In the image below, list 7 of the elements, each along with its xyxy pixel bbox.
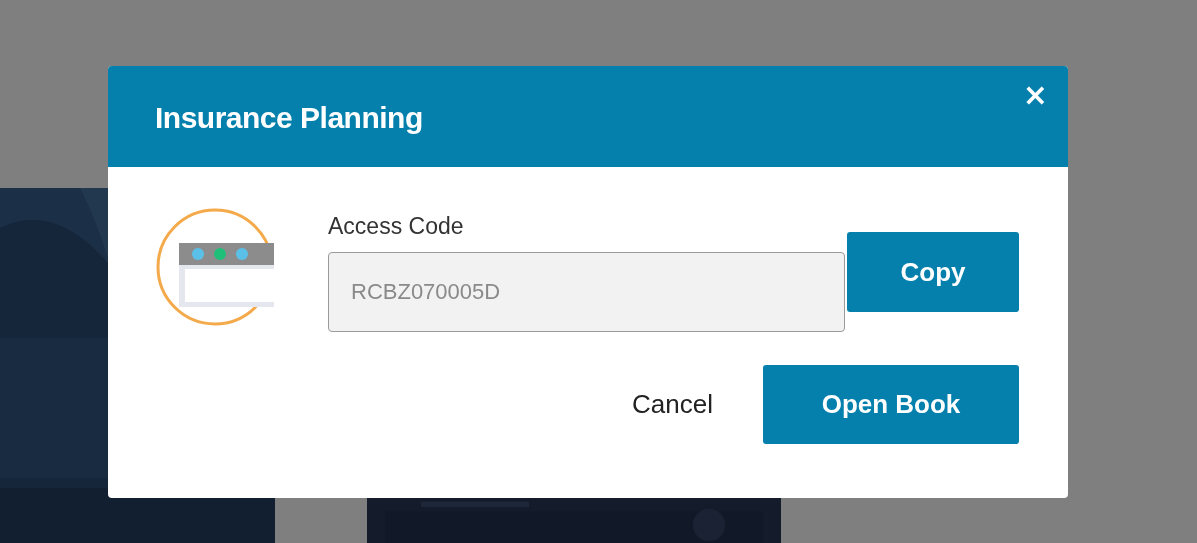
browser-window-icon <box>156 207 276 327</box>
copy-button[interactable]: Copy <box>847 232 1019 312</box>
field-label: Access Code <box>328 213 465 240</box>
close-button[interactable]: × <box>1018 80 1052 110</box>
dialog-title: Insurance Planning <box>155 100 423 135</box>
open-book-button[interactable]: Open Book <box>763 365 1019 444</box>
cancel-button[interactable]: Cancel <box>632 389 713 420</box>
